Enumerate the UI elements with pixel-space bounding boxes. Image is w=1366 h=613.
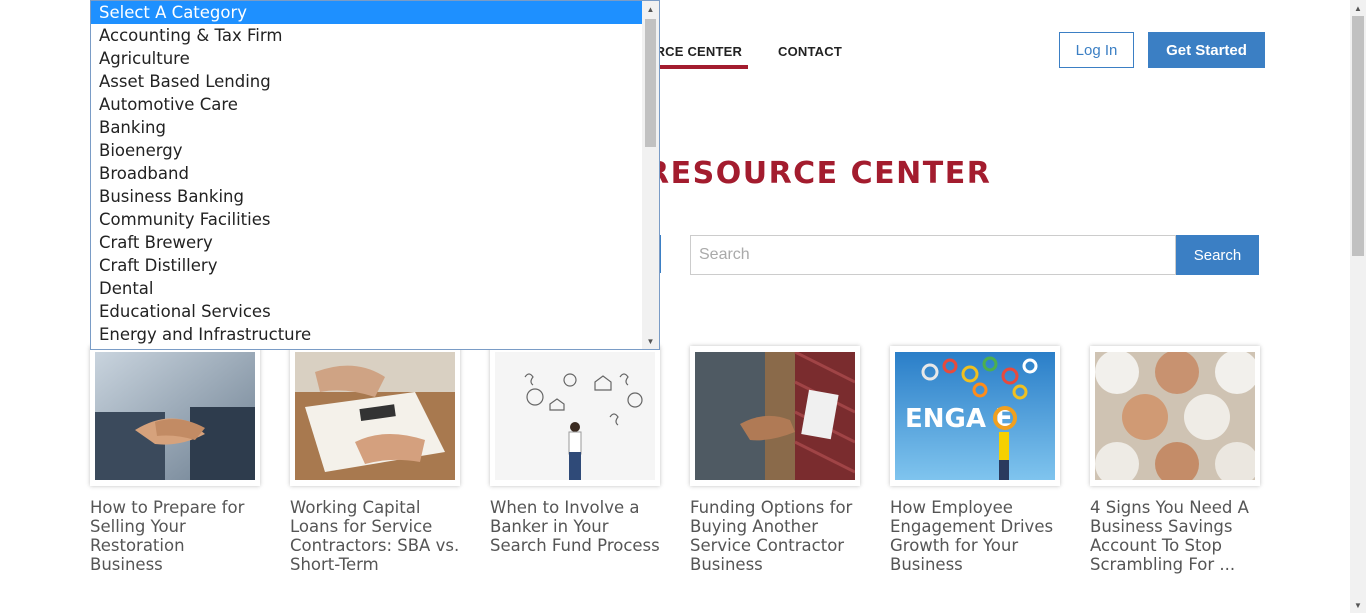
get-started-button[interactable]: Get Started <box>1148 32 1265 68</box>
nav-active-indicator <box>646 65 748 69</box>
article-thumbnail[interactable] <box>690 346 860 486</box>
dropdown-scrollbar[interactable]: ▲ ▼ <box>642 1 659 349</box>
category-option[interactable]: Dental <box>91 277 642 300</box>
page-title: RESOURCE CENTER <box>646 156 992 191</box>
login-button[interactable]: Log In <box>1059 32 1134 68</box>
article-thumbnail[interactable]: ENGA E <box>890 346 1060 486</box>
article-card[interactable]: Working Capital Loans for Service Contra… <box>290 346 460 574</box>
category-option[interactable]: Select A Category <box>91 1 642 24</box>
scroll-up-arrow-icon[interactable]: ▲ <box>642 1 659 17</box>
nav-resource-center[interactable]: URCE CENTER <box>646 44 742 59</box>
article-card[interactable]: How to Prepare for Selling Your Restorat… <box>90 346 260 574</box>
category-option[interactable]: Craft Brewery <box>91 231 642 254</box>
article-card[interactable]: Funding Options for Buying Another Servi… <box>690 346 860 574</box>
article-card[interactable]: ENGA E How Employee Engagement Drives Gr… <box>890 346 1060 574</box>
page-scrollbar[interactable]: ▲ ▼ <box>1350 0 1366 613</box>
article-title[interactable]: 4 Signs You Need A Business Savings Acco… <box>1090 498 1260 574</box>
contractor-handshake-photo <box>695 352 855 480</box>
article-title[interactable]: Working Capital Loans for Service Contra… <box>290 498 460 574</box>
documents-calculator-photo <box>295 352 455 480</box>
category-option[interactable]: Bioenergy <box>91 139 642 162</box>
category-option[interactable]: Educational Services <box>91 300 642 323</box>
article-thumbnail[interactable] <box>290 346 460 486</box>
article-thumbnail[interactable] <box>90 346 260 486</box>
nav-contact[interactable]: CONTACT <box>778 44 842 59</box>
article-thumbnail[interactable] <box>1090 346 1260 486</box>
category-option[interactable]: Asset Based Lending <box>91 70 642 93</box>
category-dropdown-list[interactable]: Select A Category Accounting & Tax Firm Ag… <box>90 0 660 350</box>
category-option[interactable]: Energy and Infrastructure <box>91 323 642 346</box>
scroll-up-arrow-icon[interactable]: ▲ <box>1350 0 1366 16</box>
category-option[interactable]: Craft Distillery <box>91 254 642 277</box>
handshake-photo <box>95 352 255 480</box>
page-scroll-thumb[interactable] <box>1352 16 1364 256</box>
article-card[interactable]: 4 Signs You Need A Business Savings Acco… <box>1090 346 1260 574</box>
engage-gears-illustration: ENGA E <box>895 352 1055 480</box>
category-option[interactable]: Automotive Care <box>91 93 642 116</box>
category-option[interactable]: Agriculture <box>91 47 642 70</box>
article-title[interactable]: How Employee Engagement Drives Growth fo… <box>890 498 1060 574</box>
category-option[interactable]: Community Facilities <box>91 208 642 231</box>
search-button[interactable]: Search <box>1176 235 1259 275</box>
dropdown-scroll-thumb[interactable] <box>645 19 656 147</box>
article-title[interactable]: How to Prepare for Selling Your Restorat… <box>90 498 260 574</box>
article-card[interactable]: When to Involve a Banker in Your Search … <box>490 346 660 555</box>
category-option[interactable]: Business Banking <box>91 185 642 208</box>
eggs-carton-photo <box>1095 352 1255 480</box>
man-thinking-doodles <box>495 352 655 480</box>
scroll-down-arrow-icon[interactable]: ▼ <box>642 333 659 349</box>
category-option[interactable]: Accounting & Tax Firm <box>91 24 642 47</box>
article-title[interactable]: When to Involve a Banker in Your Search … <box>490 498 660 555</box>
scroll-down-arrow-icon[interactable]: ▼ <box>1350 597 1366 613</box>
search-input[interactable] <box>690 235 1176 275</box>
article-thumbnail[interactable] <box>490 346 660 486</box>
category-option[interactable]: Broadband <box>91 162 642 185</box>
category-option[interactable]: Banking <box>91 116 642 139</box>
article-title[interactable]: Funding Options for Buying Another Servi… <box>690 498 860 574</box>
